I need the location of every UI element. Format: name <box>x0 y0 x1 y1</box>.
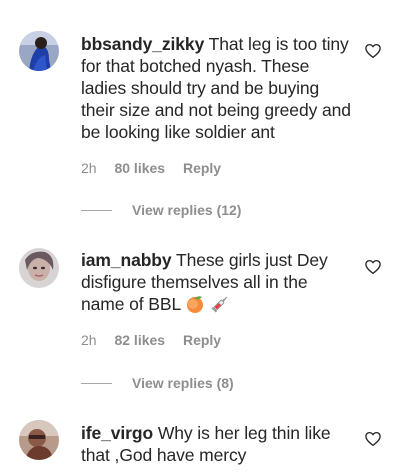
heart-outline-icon <box>365 43 381 59</box>
like-button[interactable] <box>364 430 382 448</box>
view-replies-button[interactable]: View replies (12) <box>81 200 241 220</box>
like-button[interactable] <box>364 42 382 60</box>
comment-username[interactable]: bbsandy_zikky <box>81 34 204 54</box>
view-replies-label: View replies (8) <box>132 375 234 391</box>
comment-username[interactable]: ife_virgo <box>81 423 153 443</box>
comment-meta: 2h 80 likes Reply <box>81 158 221 178</box>
user-avatar-icon <box>19 420 59 460</box>
user-avatar-icon <box>19 31 59 71</box>
comment-body: iam_nabby These girls just Dey disfigure… <box>81 249 353 315</box>
comments-feed: bbsandy_zikky That leg is too tiny for t… <box>0 0 406 472</box>
likes-count[interactable]: 82 likes <box>114 332 165 348</box>
comment-body: ife_virgo Why is her leg thin like that … <box>81 422 353 466</box>
comment-username[interactable]: iam_nabby <box>81 250 172 270</box>
view-replies-button[interactable]: View replies (8) <box>81 373 234 393</box>
user-avatar-icon <box>19 248 59 288</box>
comment-meta: 2h 82 likes Reply <box>81 330 221 350</box>
heart-outline-icon <box>365 431 381 447</box>
comment-timestamp: 2h <box>81 160 97 176</box>
comment-body: bbsandy_zikky That leg is too tiny for t… <box>81 33 353 143</box>
peach-emoji-icon <box>185 294 205 314</box>
likes-count[interactable]: 80 likes <box>114 160 165 176</box>
comment-timestamp: 2h <box>81 332 97 348</box>
syringe-emoji-icon <box>210 294 230 314</box>
reply-button[interactable]: Reply <box>183 160 221 176</box>
divider-line <box>81 382 112 384</box>
reply-button[interactable]: Reply <box>183 332 221 348</box>
avatar[interactable] <box>19 31 59 71</box>
avatar[interactable] <box>19 420 59 460</box>
heart-outline-icon <box>365 259 381 275</box>
avatar[interactable] <box>19 248 59 288</box>
like-button[interactable] <box>364 258 382 276</box>
view-replies-label: View replies (12) <box>132 202 242 218</box>
divider-line <box>81 209 112 211</box>
